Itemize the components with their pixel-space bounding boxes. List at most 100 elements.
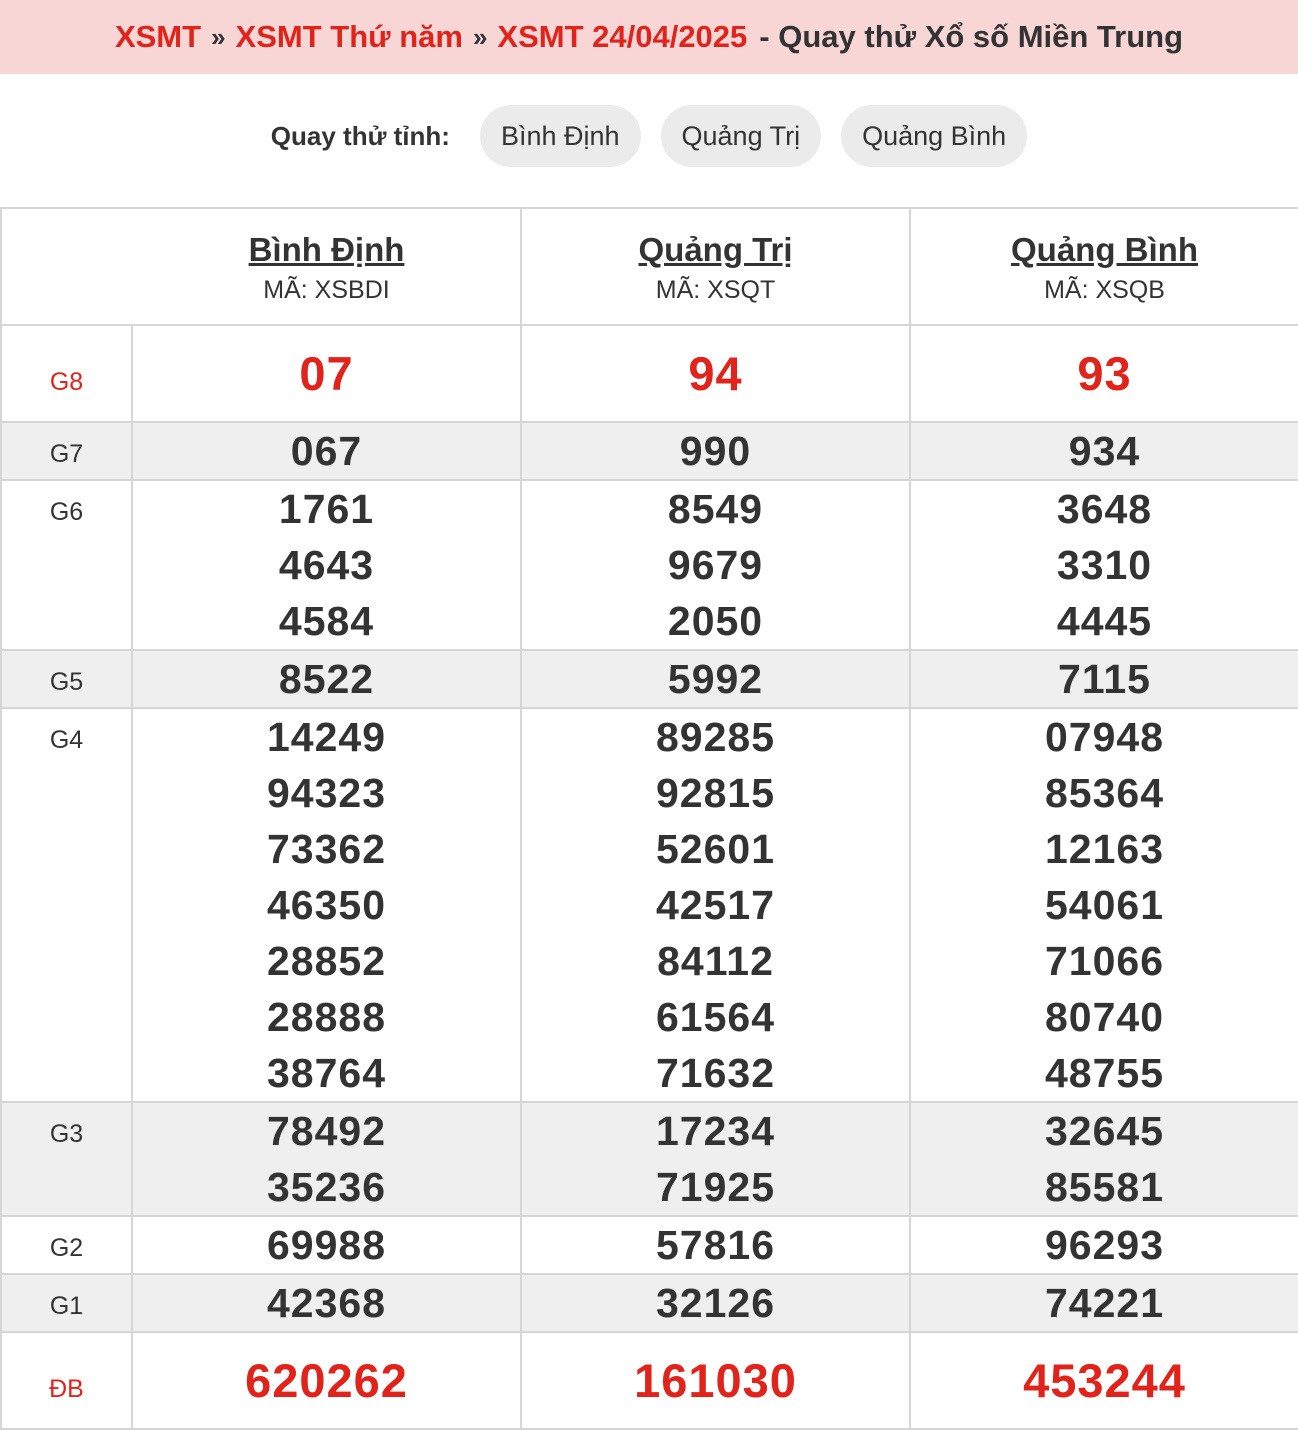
prize-number: 80740 bbox=[1044, 994, 1164, 1040]
results-table: Bình Định MÃ: XSBDI Quảng Trị MÃ: XSQT Q… bbox=[0, 207, 1298, 1430]
prize-number: 2050 bbox=[667, 598, 764, 644]
prize-number: 32126 bbox=[655, 1280, 775, 1326]
prize-number: 620262 bbox=[245, 1354, 408, 1407]
table-row: G5 8522 5992 7115 bbox=[0, 649, 1298, 709]
table-row: G3 78492 35236 17234 71925 32645 85581 bbox=[0, 1101, 1298, 1217]
prize-label: G2 bbox=[0, 1215, 133, 1275]
prize-number: 07 bbox=[299, 347, 354, 400]
prize-cell: 74221 bbox=[909, 1273, 1298, 1333]
breadcrumb-link-thursday[interactable]: XSMT Thứ năm bbox=[236, 19, 463, 55]
table-row: G2 69988 57816 96293 bbox=[0, 1215, 1298, 1275]
prize-cell: 32126 bbox=[520, 1273, 911, 1333]
prize-number: 161030 bbox=[634, 1354, 797, 1407]
prize-number: 78492 bbox=[266, 1108, 386, 1154]
prize-number: 46350 bbox=[266, 882, 386, 928]
prize-number: 54061 bbox=[1044, 882, 1164, 928]
prize-number: 4643 bbox=[278, 542, 375, 588]
prize-number: 17234 bbox=[655, 1108, 775, 1154]
header-corner bbox=[0, 207, 132, 326]
prize-label: ĐB bbox=[0, 1331, 133, 1430]
chip-quang-tri[interactable]: Quảng Trị bbox=[660, 105, 822, 167]
prize-number: 84112 bbox=[657, 938, 774, 984]
header-quang-tri: Quảng Trị MÃ: XSQT bbox=[520, 207, 911, 326]
prize-cell: 69988 bbox=[131, 1215, 522, 1275]
prize-cell: 8522 bbox=[131, 649, 522, 709]
prize-number: 96293 bbox=[1044, 1222, 1164, 1268]
chip-binh-dinh[interactable]: Bình Định bbox=[479, 105, 641, 167]
page-title-suffix: - Quay thử Xổ số Miền Trung bbox=[759, 19, 1184, 54]
prize-number: 12163 bbox=[1044, 826, 1164, 872]
prize-number: 35236 bbox=[266, 1164, 386, 1210]
province-code: MÃ: XSBDI bbox=[263, 275, 390, 304]
prize-number: 28888 bbox=[266, 994, 386, 1040]
prize-cell: 3648 3310 4445 bbox=[909, 479, 1298, 651]
table-row: G6 1761 4643 4584 8549 9679 2050 3648 3310 4445 bbox=[0, 479, 1298, 651]
prize-number: 42368 bbox=[266, 1280, 386, 1326]
prize-number: 7115 bbox=[1058, 656, 1151, 702]
chip-quang-binh[interactable]: Quảng Bình bbox=[841, 105, 1028, 167]
table-row: G4 14249 94323 73362 46350 28852 28888 38764 892… bbox=[0, 707, 1298, 1103]
prize-number: 38764 bbox=[266, 1050, 386, 1096]
prize-number: 1761 bbox=[278, 486, 375, 532]
prize-number: 73362 bbox=[266, 826, 386, 872]
prize-cell: 07948 85364 12163 54061 71066 80740 48755 bbox=[909, 707, 1298, 1103]
breadcrumb-link-xsmt[interactable]: XSMT bbox=[115, 19, 201, 55]
table-row: G8 07 94 93 bbox=[0, 324, 1298, 423]
prize-cell: 453244 bbox=[909, 1331, 1298, 1430]
province-filter: Quay thử tỉnh: Bình Định Quảng Trị Quảng… bbox=[0, 104, 1298, 168]
header-quang-binh: Quảng Bình MÃ: XSQB bbox=[909, 207, 1298, 326]
prize-number: 94 bbox=[688, 347, 743, 400]
prize-label: G3 bbox=[0, 1101, 133, 1217]
prize-number: 934 bbox=[1068, 428, 1141, 474]
prize-cell: 96293 bbox=[909, 1215, 1298, 1275]
prize-label: G5 bbox=[0, 649, 133, 709]
prize-cell: 57816 bbox=[520, 1215, 911, 1275]
prize-cell: 78492 35236 bbox=[131, 1101, 522, 1217]
prize-cell: 32645 85581 bbox=[909, 1101, 1298, 1217]
prize-number: 71925 bbox=[655, 1164, 775, 1210]
prize-number: 85364 bbox=[1044, 770, 1164, 816]
prize-cell: 934 bbox=[909, 421, 1298, 481]
breadcrumb-separator: » bbox=[211, 21, 226, 52]
prize-cell: 990 bbox=[520, 421, 911, 481]
prize-number: 69988 bbox=[266, 1222, 386, 1268]
prize-number: 07948 bbox=[1044, 714, 1164, 760]
prize-number: 3648 bbox=[1056, 486, 1153, 532]
breadcrumb-separator: » bbox=[472, 21, 488, 52]
prize-number: 71632 bbox=[655, 1050, 775, 1096]
prize-number: 4584 bbox=[278, 598, 375, 644]
prize-number: 52601 bbox=[655, 826, 775, 872]
prize-number: 74221 bbox=[1044, 1280, 1164, 1326]
prize-number: 48755 bbox=[1044, 1050, 1164, 1096]
prize-cell: 7115 bbox=[909, 649, 1298, 709]
prize-number: 71066 bbox=[1044, 938, 1164, 984]
prize-number: 990 bbox=[679, 428, 752, 474]
prize-cell: 17234 71925 bbox=[520, 1101, 911, 1217]
prize-cell: 14249 94323 73362 46350 28852 28888 38764 bbox=[131, 707, 522, 1103]
province-link-quang-tri[interactable]: Quảng Trị bbox=[522, 229, 909, 271]
province-link-binh-dinh[interactable]: Bình Định bbox=[133, 229, 520, 271]
prize-label: G8 bbox=[0, 324, 133, 423]
province-code: MÃ: XSQB bbox=[1044, 275, 1165, 304]
breadcrumb-link-date[interactable]: XSMT 24/04/2025 bbox=[497, 19, 747, 55]
prize-cell: 620262 bbox=[131, 1331, 522, 1430]
page-title-bar: XSMT » XSMT Thứ năm » XSMT 24/04/2025 - … bbox=[0, 0, 1298, 74]
prize-cell: 07 bbox=[131, 324, 522, 423]
prize-number: 61564 bbox=[655, 994, 775, 1040]
prize-cell: 94 bbox=[520, 324, 911, 423]
prize-number: 4445 bbox=[1056, 598, 1153, 644]
province-link-quang-binh[interactable]: Quảng Bình bbox=[911, 229, 1298, 271]
prize-number: 32645 bbox=[1044, 1108, 1164, 1154]
prize-table-body: G8 07 94 93 G7 067 990 934 G6 1761 4643 4584 8549 967… bbox=[0, 324, 1298, 1430]
prize-cell: 89285 92815 52601 42517 84112 61564 71632 bbox=[520, 707, 911, 1103]
prize-label: G4 bbox=[0, 707, 133, 1103]
table-row: ĐB 620262 161030 453244 bbox=[0, 1331, 1298, 1430]
prize-number: 453244 bbox=[1023, 1354, 1186, 1407]
prize-number: 14249 bbox=[266, 714, 386, 760]
prize-number: 067 bbox=[290, 428, 363, 474]
prize-cell: 1761 4643 4584 bbox=[131, 479, 522, 651]
prize-cell: 067 bbox=[131, 421, 522, 481]
prize-number: 8522 bbox=[278, 656, 375, 702]
prize-number: 42517 bbox=[655, 882, 775, 928]
prize-number: 5992 bbox=[667, 656, 764, 702]
